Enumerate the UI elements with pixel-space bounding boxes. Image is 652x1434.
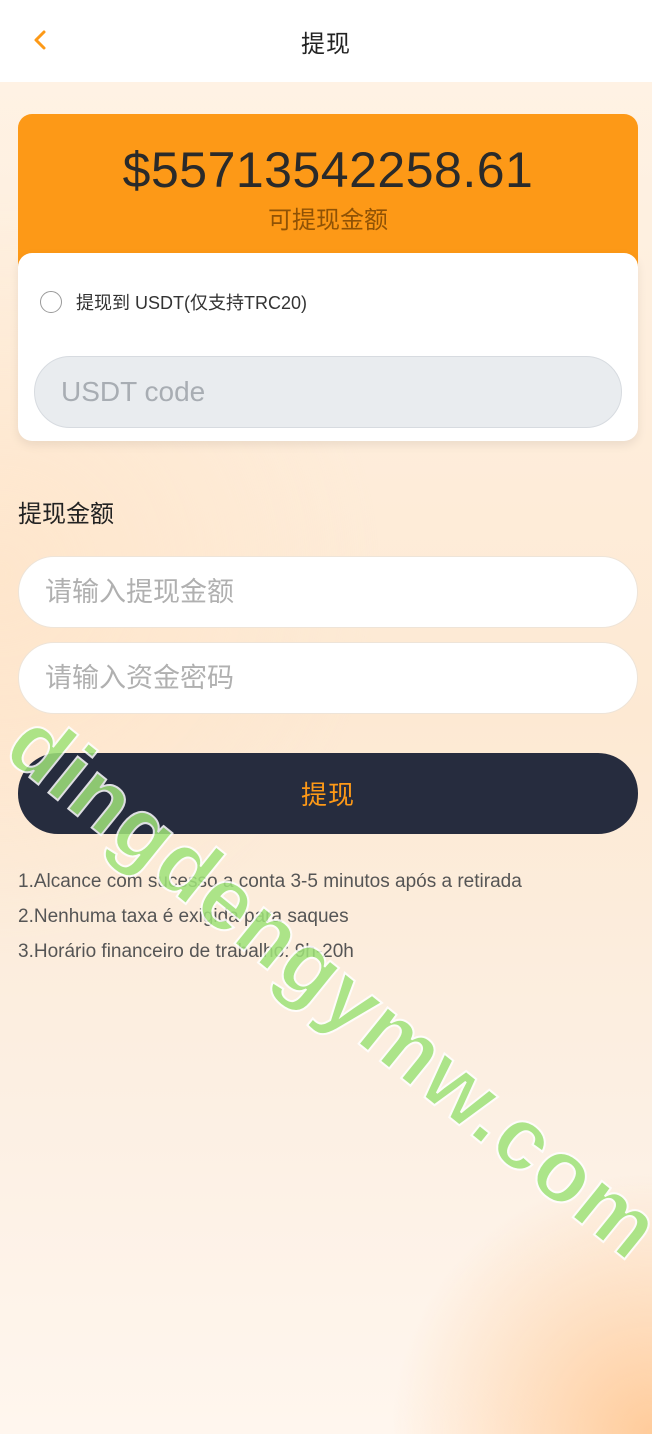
chevron-left-icon	[34, 30, 46, 50]
withdraw-amount-title: 提现金额	[18, 501, 114, 528]
note-item: 1.Alcance com sucesso a conta 3-5 minuto…	[18, 871, 522, 892]
top-nav-bar: 提现	[0, 0, 652, 82]
usdt-option-label: 提现到 USDT(仅支持TRC20)	[76, 293, 308, 313]
fund-password-input[interactable]	[18, 642, 638, 714]
note-item: 2.Nenhuma taxa é exigida para saques	[18, 906, 349, 927]
withdraw-amount-input[interactable]	[18, 556, 638, 628]
page-title: 提现	[301, 30, 351, 58]
withdraw-submit-button[interactable]: 提现	[18, 753, 638, 834]
usdt-option[interactable]: 提现到 USDT(仅支持TRC20)	[40, 289, 307, 315]
note-item: 3.Horário financeiro de trabalho: 9h-20h	[18, 941, 354, 962]
available-balance-label: 可提现金额	[268, 207, 388, 234]
usdt-code-input[interactable]	[34, 356, 622, 428]
back-button[interactable]	[22, 22, 58, 58]
balance-card: $55713542258.61 可提现金额	[18, 114, 638, 274]
available-balance-amount: $55713542258.61	[122, 142, 534, 198]
usdt-radio[interactable]	[40, 291, 62, 313]
withdraw-notes: 1.Alcance com sucesso a conta 3-5 minuto…	[18, 864, 638, 969]
usdt-method-card: 提现到 USDT(仅支持TRC20)	[18, 253, 638, 441]
